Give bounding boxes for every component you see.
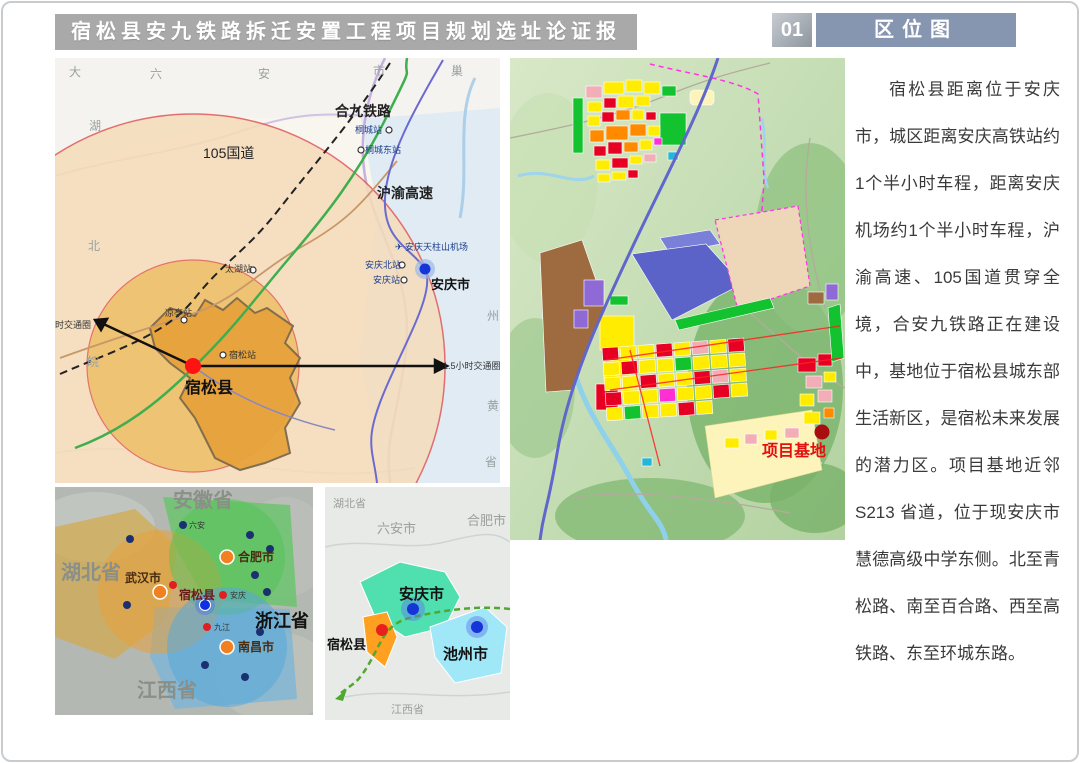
label-1_5h-circle: 1.5小时交通圈: [443, 360, 500, 371]
label-wuhan-city: 武汉市: [125, 570, 161, 585]
svg-text:皖: 皖: [87, 355, 99, 369]
province-overview-map: 安徽省 湖北省 浙江省 江西省 武汉市 合肥市 南昌市 宿松县 六安 安庆 九江: [55, 487, 313, 715]
label-jiangxi: 江西省: [391, 703, 424, 716]
label-anqing-city: 安庆市: [431, 277, 470, 292]
label-susong-station: 宿松站: [229, 349, 256, 360]
label-anqing-station: 安庆站: [373, 274, 400, 285]
location-description-text: 宿松县距离位于安庆市，城区距离安庆高铁站约1个半小时车程，距离安庆机场约1个半小…: [855, 66, 1060, 677]
label-anqing-north-station: 安庆北站: [365, 259, 401, 270]
label-hefei-city: 合肥市: [467, 513, 506, 528]
svg-text:六: 六: [150, 67, 162, 81]
label-anqing-small: 安庆: [230, 590, 246, 600]
label-105-national-road: 105国道: [203, 145, 254, 161]
label-chizhou-city: 池州市: [443, 645, 488, 663]
label-huyu-expressway: 沪渝高速: [377, 185, 433, 201]
label-hubei: 湖北省: [333, 497, 366, 510]
svg-text:市: 市: [373, 63, 385, 78]
label-tongcheng-east-station: 桐城东站: [365, 144, 401, 155]
landuse-planning-map: 项目基地: [510, 58, 845, 540]
label-anqing-city: 安庆市: [399, 585, 444, 603]
label-nanchang-city: 南昌市: [238, 639, 274, 654]
svg-text:北: 北: [88, 239, 100, 253]
label-airport: ✈ 安庆天柱山机场: [395, 241, 468, 252]
label-susong-county: 宿松县: [185, 378, 233, 397]
report-title-bar: 宿松县安九铁路拆迁安置工程项目规划选址论证报告: [55, 14, 637, 50]
label-tongcheng-station: 桐城站: [355, 124, 382, 135]
svg-text:黄: 黄: [487, 399, 499, 413]
label-1h-circle: 1小时交通圈: [55, 319, 91, 330]
label-jiujiang: 九江: [214, 623, 230, 632]
location-description-panel: 宿松县距离位于安庆市，城区距离安庆高铁站约1个半小时车程，距离安庆机场约1个半小…: [855, 66, 1060, 666]
label-jiangxi-province: 江西省: [137, 679, 197, 702]
svg-text:湖: 湖: [89, 118, 101, 133]
label-luan: 六安: [189, 520, 205, 530]
city-corridor-map: 湖北省 六安市 合肥市 安庆市 池州市 宿松县 江西省: [325, 487, 510, 720]
label-hubei-province: 湖北省: [61, 561, 121, 584]
regional-transport-map: 105国道 合九铁路 沪渝高速 桐城站 桐城东站 ✈ 安庆天柱山机场 安庆北站 …: [55, 58, 500, 483]
svg-text:安: 安: [258, 66, 270, 81]
section-title-bar: 区位图: [816, 13, 1016, 47]
label-zhejiang-province: 浙江省: [255, 610, 309, 631]
label-hefei-city: 合肥市: [238, 549, 274, 564]
label-anhui-province: 安徽省: [173, 488, 233, 512]
svg-text:大: 大: [69, 65, 81, 79]
label-luan-city: 六安市: [377, 521, 416, 536]
label-susong-county-dot: 宿松县: [179, 587, 215, 602]
project-base-label: 项目基地: [762, 441, 826, 460]
label-heju-railway: 合九铁路: [335, 103, 392, 119]
section-number-badge: 01: [772, 13, 812, 47]
svg-text:州: 州: [487, 309, 499, 323]
label-taihu-station: 太湖站: [225, 263, 252, 274]
svg-text:巢: 巢: [451, 64, 463, 78]
svg-text:省: 省: [485, 455, 497, 469]
label-liangting-station: 凉亭站: [165, 307, 192, 318]
label-susong-county: 宿松县: [327, 637, 366, 652]
